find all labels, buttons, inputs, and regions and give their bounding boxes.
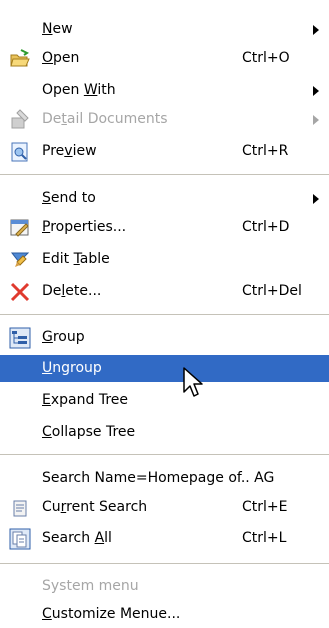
edit-table-icon: [10, 252, 30, 267]
menu-item-label: System menu: [42, 578, 139, 594]
menu-item-shortcut: Ctrl+R: [242, 143, 289, 159]
menu-separator: [0, 314, 329, 316]
menu-item-label: Delete...: [42, 283, 102, 299]
menu-item-open[interactable]: Open Ctrl+O: [0, 45, 329, 72]
menu-item-label: Detail Documents: [42, 111, 168, 127]
menu-item-ungroup[interactable]: Ungroup: [0, 355, 329, 382]
menu-item-shortcut: Ctrl+O: [242, 50, 290, 66]
menu-item-collapse-tree[interactable]: Collapse Tree: [0, 419, 329, 446]
menu-item-system-menu[interactable]: System menu: [0, 573, 329, 600]
menu-item-shortcut: Ctrl+D: [242, 219, 290, 235]
menu-item-label: Edit Table: [42, 251, 110, 267]
search-all-icon: [9, 528, 31, 550]
menu-item-customize-menu[interactable]: Customize Menue...: [0, 601, 329, 628]
menu-item-edit-table[interactable]: Edit Table: [0, 246, 329, 273]
preview-icon: [11, 142, 28, 162]
menu-separator: [0, 174, 329, 176]
submenu-arrow-icon: [313, 194, 319, 204]
menu-item-label: Expand Tree: [42, 392, 128, 408]
menu-item-label: Collapse Tree: [42, 424, 136, 440]
menu-item-label: Ungroup: [42, 360, 102, 376]
menu-separator: [0, 454, 329, 456]
menu-item-label: Group: [42, 329, 85, 345]
menu-item-label: Open: [42, 50, 80, 66]
group-icon: [9, 327, 31, 349]
delete-icon: [10, 282, 30, 302]
submenu-arrow-icon: [313, 115, 319, 125]
menu-item-label: Preview: [42, 143, 97, 159]
submenu-arrow-icon: [313, 25, 319, 35]
menu-item-preview[interactable]: Preview Ctrl+R: [0, 138, 329, 165]
menu-item-detail-documents[interactable]: Detail Documents: [0, 106, 329, 133]
menu-item-label: Current Search: [42, 499, 148, 515]
menu-item-shortcut: Ctrl+L: [242, 530, 287, 546]
menu-item-label: Search All: [42, 530, 112, 546]
properties-icon: [10, 219, 29, 237]
detail-documents-icon: [11, 109, 29, 129]
menu-item-label: Customize Menue...: [42, 606, 181, 622]
menu-item-current-search[interactable]: Current Search Ctrl+E: [0, 494, 329, 521]
menu-item-shortcut: Ctrl+Del: [242, 283, 302, 299]
menu-item-label: New: [42, 21, 73, 37]
menu-item-properties[interactable]: Properties... Ctrl+D: [0, 214, 329, 241]
menu-item-group[interactable]: Group: [0, 324, 329, 351]
menu-item-open-with[interactable]: Open With: [0, 77, 329, 104]
mouse-pointer-icon: [183, 367, 203, 397]
menu-item-label: Search Name=Homepage of.. AG: [42, 470, 275, 486]
submenu-arrow-icon: [313, 86, 319, 96]
context-menu: New Open Ctrl+O Open With Detail Documen…: [0, 0, 329, 627]
menu-item-label: Open With: [42, 82, 116, 98]
current-search-icon: [13, 500, 27, 517]
menu-item-label: Send to: [42, 190, 96, 206]
open-folder-icon: [10, 49, 30, 67]
menu-item-search-name[interactable]: Search Name=Homepage of.. AG: [0, 465, 329, 492]
menu-item-send-to[interactable]: Send to: [0, 185, 329, 212]
menu-item-expand-tree[interactable]: Expand Tree: [0, 387, 329, 414]
menu-item-delete[interactable]: Delete... Ctrl+Del: [0, 278, 329, 305]
menu-item-search-all[interactable]: Search All Ctrl+L: [0, 525, 329, 552]
menu-item-new[interactable]: New: [0, 16, 329, 43]
menu-item-label: Properties...: [42, 219, 127, 235]
menu-separator: [0, 563, 329, 565]
menu-item-shortcut: Ctrl+E: [242, 499, 288, 515]
